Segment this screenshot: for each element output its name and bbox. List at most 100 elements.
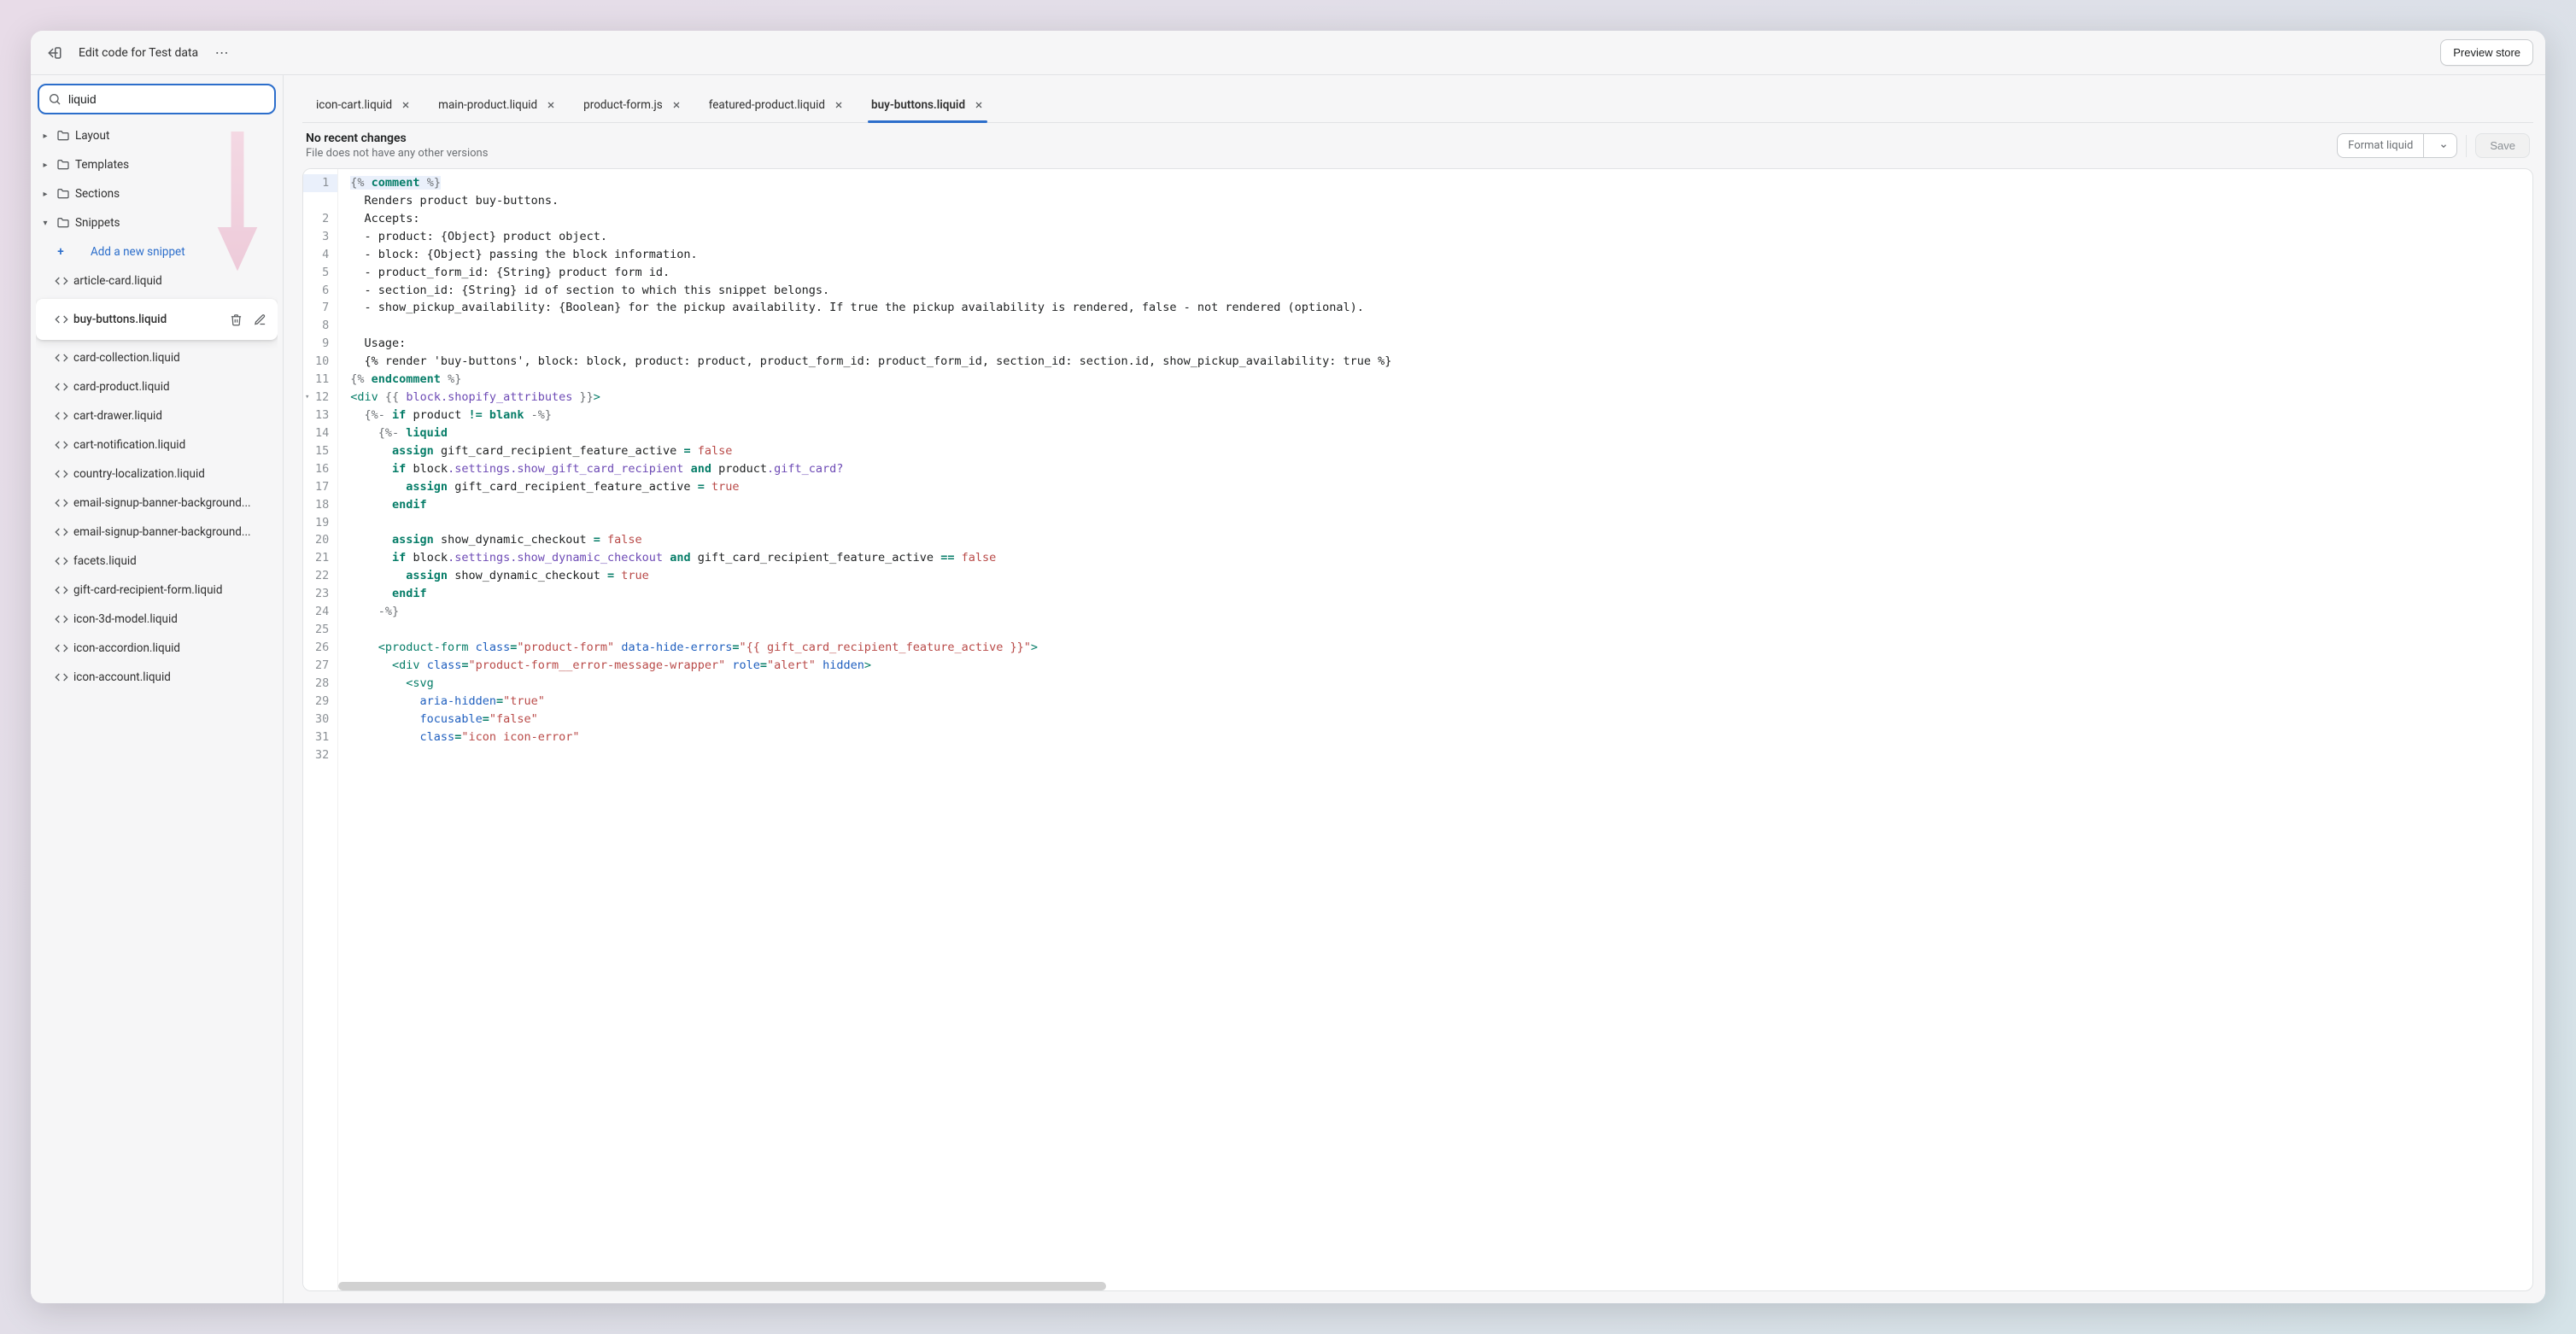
close-icon <box>546 100 556 110</box>
code-file-icon <box>55 351 68 365</box>
file-label: buy-buttons.liquid <box>73 313 220 326</box>
topbar-title: Edit code for Test data <box>79 46 198 60</box>
plus-icon: + <box>55 245 67 259</box>
folder-row[interactable]: ▸ Templates <box>36 150 278 179</box>
editor-tab[interactable]: featured-product.liquid <box>695 87 858 122</box>
format-liquid-button[interactable]: Format liquid <box>2337 133 2457 158</box>
chevron-icon: ▾ <box>39 219 51 228</box>
close-icon <box>974 100 984 110</box>
file-row[interactable]: card-product.liquid <box>36 372 278 401</box>
code-file-icon <box>55 612 68 626</box>
editor-tab[interactable]: product-form.js <box>570 87 695 122</box>
file-row[interactable]: gift-card-recipient-form.liquid <box>36 576 278 605</box>
back-button[interactable] <box>43 41 67 65</box>
close-tab-button[interactable] <box>546 100 556 110</box>
chevron-icon: ▸ <box>39 161 51 170</box>
file-label: gift-card-recipient-form.liquid <box>73 583 271 597</box>
editor-area: icon-cart.liquid main-product.liquid produ… <box>284 75 2545 1303</box>
search-box[interactable] <box>38 84 276 114</box>
chevron-icon: ▸ <box>39 190 51 199</box>
close-tab-button[interactable] <box>401 100 411 110</box>
code-file-icon <box>55 670 68 684</box>
code-file-icon <box>55 554 68 568</box>
chevron-down-icon[interactable] <box>2431 137 2456 155</box>
file-row[interactable]: email-signup-banner-background... <box>36 518 278 547</box>
divider <box>2466 135 2467 157</box>
exit-icon <box>47 45 62 61</box>
topbar: Edit code for Test data ⋯ Preview store <box>31 31 2545 75</box>
horizontal-scrollbar[interactable] <box>338 1282 2532 1290</box>
file-row[interactable]: cart-notification.liquid <box>36 430 278 459</box>
file-row[interactable]: card-collection.liquid <box>36 343 278 372</box>
file-tree[interactable]: ▸ Layout ▸ Templates ▸ Sections ▾ Snippets +Add … <box>36 121 278 1303</box>
file-label: article-card.liquid <box>73 274 271 288</box>
code-file-icon <box>55 380 68 394</box>
code-file-icon <box>55 274 68 288</box>
tab-label: main-product.liquid <box>438 98 537 112</box>
rename-icon <box>254 313 266 326</box>
file-row[interactable]: icon-3d-model.liquid <box>36 605 278 634</box>
scrollbar-thumb[interactable] <box>338 1282 1106 1290</box>
folder-row[interactable]: ▸ Layout <box>36 121 278 150</box>
close-tab-button[interactable] <box>671 100 682 110</box>
code-file-icon <box>55 525 68 539</box>
code-gutter: 1 2 3 4 5 6 7 8 9 10 11 12 13 14 15 16 1… <box>303 169 338 1290</box>
file-label: icon-3d-model.liquid <box>73 612 271 626</box>
file-row[interactable]: cart-drawer.liquid <box>36 401 278 430</box>
delete-file-button[interactable] <box>225 308 247 331</box>
preview-store-button[interactable]: Preview store <box>2440 39 2533 66</box>
code-body[interactable]: {% comment %} Renders product buy-button… <box>338 169 2532 1290</box>
editor-tab[interactable]: icon-cart.liquid <box>302 87 424 122</box>
save-button[interactable]: Save <box>2475 133 2530 158</box>
tab-label: product-form.js <box>583 98 663 112</box>
file-label: cart-notification.liquid <box>73 438 271 452</box>
code-editor[interactable]: 1 2 3 4 5 6 7 8 9 10 11 12 13 14 15 16 1… <box>302 168 2533 1291</box>
file-label: cart-drawer.liquid <box>73 409 271 423</box>
folder-label: Snippets <box>75 216 271 230</box>
search-input[interactable] <box>68 92 266 106</box>
status-title: No recent changes <box>306 132 2327 145</box>
code-file-icon <box>55 641 68 655</box>
folder-icon <box>56 216 70 230</box>
tab-label: buy-buttons.liquid <box>871 98 965 112</box>
file-label: icon-account.liquid <box>73 670 271 684</box>
file-row[interactable]: article-card.liquid <box>36 266 278 295</box>
folder-row[interactable]: ▾ Snippets <box>36 208 278 237</box>
sidebar: ▸ Layout ▸ Templates ▸ Sections ▾ Snippets +Add … <box>31 75 284 1303</box>
more-menu-button[interactable]: ⋯ <box>210 41 234 65</box>
search-icon <box>48 92 61 106</box>
tab-label: icon-cart.liquid <box>316 98 392 112</box>
code-file-icon <box>55 409 68 423</box>
code-file-icon <box>55 313 68 326</box>
folder-icon <box>56 129 70 143</box>
app-window: Edit code for Test data ⋯ Preview store … <box>31 31 2545 1303</box>
file-row[interactable]: icon-accordion.liquid <box>36 634 278 663</box>
close-tab-button[interactable] <box>834 100 844 110</box>
code-file-icon <box>55 583 68 597</box>
file-label: country-localization.liquid <box>73 467 271 481</box>
folder-icon <box>56 187 70 201</box>
chevron-icon: ▸ <box>39 132 51 141</box>
code-file-icon <box>55 496 68 510</box>
file-row[interactable]: country-localization.liquid <box>36 459 278 489</box>
rename-file-button[interactable] <box>249 308 271 331</box>
editor-tab[interactable]: buy-buttons.liquid <box>858 87 998 122</box>
close-icon <box>834 100 844 110</box>
editor-tab[interactable]: main-product.liquid <box>424 87 570 122</box>
close-icon <box>671 100 682 110</box>
folder-label: Sections <box>75 187 271 201</box>
file-row[interactable]: icon-account.liquid <box>36 663 278 692</box>
folder-label: Layout <box>75 129 271 143</box>
main-split: ▸ Layout ▸ Templates ▸ Sections ▾ Snippets +Add … <box>31 75 2545 1303</box>
add-snippet-button[interactable]: +Add a new snippet <box>36 237 278 266</box>
file-row[interactable]: buy-buttons.liquid <box>36 299 278 340</box>
file-row[interactable]: email-signup-banner-background... <box>36 489 278 518</box>
fold-caret-icon[interactable]: ▾ <box>305 392 309 404</box>
file-label: card-collection.liquid <box>73 351 271 365</box>
folder-label: Templates <box>75 158 271 172</box>
code-file-icon <box>55 438 68 452</box>
code-file-icon <box>55 467 68 481</box>
file-row[interactable]: facets.liquid <box>36 547 278 576</box>
folder-row[interactable]: ▸ Sections <box>36 179 278 208</box>
close-tab-button[interactable] <box>974 100 984 110</box>
